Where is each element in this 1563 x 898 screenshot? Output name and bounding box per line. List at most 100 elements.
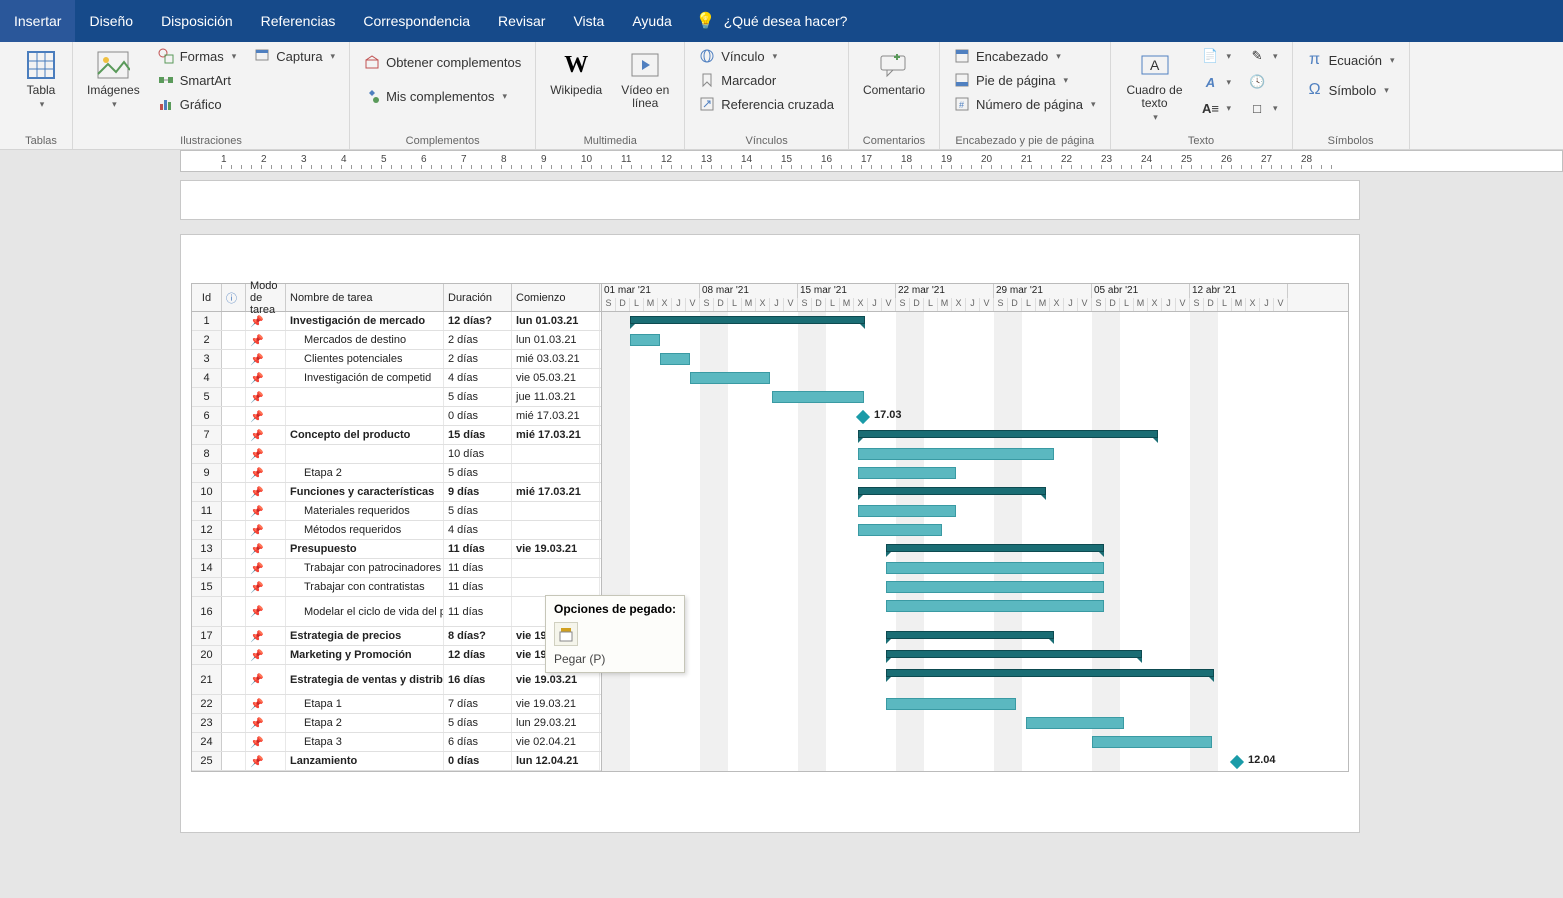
dropcap-button[interactable]: A≡▾ bbox=[1199, 98, 1236, 118]
pin-icon: 📌 bbox=[250, 448, 264, 461]
obtener-complementos-button[interactable]: Obtener complementos bbox=[360, 52, 525, 72]
table-row[interactable]: 4📌Investigación de competid4 díasvie 05.… bbox=[192, 369, 601, 388]
cell-name: Funciones y características bbox=[286, 483, 444, 501]
gantt-bar[interactable] bbox=[858, 430, 1158, 438]
gantt-row bbox=[602, 695, 1348, 714]
tab-correspondencia[interactable]: Correspondencia bbox=[349, 0, 484, 42]
gantt-bar[interactable] bbox=[1026, 717, 1124, 729]
cell-mode: 📌 bbox=[246, 502, 286, 520]
cell-name: Etapa 2 bbox=[286, 464, 444, 482]
encabezado-button[interactable]: Encabezado▾ bbox=[950, 46, 1100, 66]
tab-diseno[interactable]: Diseño bbox=[75, 0, 147, 42]
gantt-bar[interactable] bbox=[660, 353, 690, 365]
imagenes-button[interactable]: Imágenes ▾ bbox=[83, 46, 144, 112]
gantt-bar[interactable] bbox=[858, 524, 942, 536]
gantt-bar[interactable] bbox=[630, 316, 865, 324]
signature-button[interactable]: ✎▾ bbox=[1245, 46, 1282, 66]
grafico-button[interactable]: Gráfico bbox=[154, 94, 241, 114]
quickparts-button[interactable]: 📄▾ bbox=[1199, 46, 1236, 66]
gantt-bar[interactable] bbox=[858, 467, 956, 479]
table-row[interactable]: 17📌Estrategia de precios8 días?vie 19.03… bbox=[192, 627, 601, 646]
gantt-week-label: 15 mar '21 bbox=[798, 284, 896, 298]
pin-icon: 📌 bbox=[250, 562, 264, 575]
gantt-row bbox=[602, 350, 1348, 369]
table-row[interactable]: 20📌Marketing y Promoción12 díasvie 19.03… bbox=[192, 646, 601, 665]
table-row[interactable]: 6📌0 díasmié 17.03.21 bbox=[192, 407, 601, 426]
tell-me[interactable]: 💡 ¿Qué desea hacer? bbox=[696, 0, 848, 42]
table-row[interactable]: 13📌Presupuesto11 díasvie 19.03.21 bbox=[192, 540, 601, 559]
smartart-button[interactable]: SmartArt bbox=[154, 70, 241, 90]
marcador-button[interactable]: Marcador bbox=[695, 70, 838, 90]
table-row[interactable]: 3📌Clientes potenciales2 díasmié 03.03.21 bbox=[192, 350, 601, 369]
table-row[interactable]: 7📌Concepto del producto15 díasmié 17.03.… bbox=[192, 426, 601, 445]
gantt-bar[interactable] bbox=[858, 487, 1046, 495]
tab-referencias[interactable]: Referencias bbox=[247, 0, 350, 42]
wikipedia-button[interactable]: W Wikipedia bbox=[546, 46, 606, 99]
gantt-row bbox=[602, 464, 1348, 483]
tab-insertar[interactable]: Insertar bbox=[0, 0, 75, 42]
gantt-bar[interactable] bbox=[772, 391, 864, 403]
ecuacion-button[interactable]: π Ecuación▾ bbox=[1303, 50, 1399, 70]
paste-option-keep[interactable] bbox=[554, 622, 578, 646]
gantt-bar[interactable] bbox=[886, 698, 1016, 710]
gantt-bar[interactable] bbox=[858, 448, 1054, 460]
tab-disposicion[interactable]: Disposición bbox=[147, 0, 247, 42]
gantt-bar[interactable] bbox=[690, 372, 770, 384]
gantt-bar[interactable] bbox=[886, 669, 1214, 677]
mis-complementos-button[interactable]: Mis complementos▾ bbox=[360, 86, 525, 106]
tab-vista[interactable]: Vista bbox=[559, 0, 618, 42]
table-row[interactable]: 21📌Estrategia de ventas y distribución16… bbox=[192, 665, 601, 695]
table-row[interactable]: 16📌Modelar el ciclo de vida del producto… bbox=[192, 597, 601, 627]
tab-ayuda[interactable]: Ayuda bbox=[618, 0, 685, 42]
gantt-bar[interactable] bbox=[886, 562, 1104, 574]
gantt-row bbox=[602, 714, 1348, 733]
vinculo-button[interactable]: Vínculo▾ bbox=[695, 46, 838, 66]
comentario-button[interactable]: Comentario bbox=[859, 46, 929, 99]
gantt-bar[interactable] bbox=[886, 631, 1054, 639]
table-row[interactable]: 10📌Funciones y características9 díasmié … bbox=[192, 483, 601, 502]
cuadro-texto-button[interactable]: A Cuadro de texto ▾ bbox=[1121, 46, 1189, 125]
table-row[interactable]: 12📌Métodos requeridos4 días bbox=[192, 521, 601, 540]
numero-pagina-button[interactable]: # Número de página▾ bbox=[950, 94, 1100, 114]
gantt-bar[interactable] bbox=[886, 600, 1104, 612]
table-row[interactable]: 15📌Trabajar con contratistas11 días bbox=[192, 578, 601, 597]
wordart-button[interactable]: A▾ bbox=[1199, 72, 1236, 92]
table-row[interactable]: 22📌Etapa 17 díasvie 19.03.21 bbox=[192, 695, 601, 714]
tab-revisar[interactable]: Revisar bbox=[484, 0, 559, 42]
cell-info bbox=[222, 312, 246, 330]
video-button[interactable]: Vídeo en línea bbox=[616, 46, 674, 112]
gantt-bar[interactable] bbox=[858, 505, 956, 517]
tabla-button[interactable]: Tabla ▾ bbox=[20, 46, 62, 112]
table-row[interactable]: 14📌Trabajar con patrocinadores11 días bbox=[192, 559, 601, 578]
formas-button[interactable]: Formas▾ bbox=[154, 46, 241, 66]
milestone-icon[interactable] bbox=[1230, 755, 1244, 769]
group-label-encpie: Encabezado y pie de página bbox=[950, 133, 1100, 147]
gantt-bar[interactable] bbox=[630, 334, 660, 346]
gantt-bar[interactable] bbox=[886, 544, 1104, 552]
table-row[interactable]: 11📌Materiales requeridos5 días bbox=[192, 502, 601, 521]
table-row[interactable]: 24📌Etapa 36 díasvie 02.04.21 bbox=[192, 733, 601, 752]
object-button[interactable]: □▾ bbox=[1245, 98, 1282, 118]
gantt-bar[interactable] bbox=[1092, 736, 1212, 748]
col-nombre: Nombre de tarea bbox=[286, 284, 444, 311]
group-label-vinculos: Vínculos bbox=[695, 133, 838, 147]
table-row[interactable]: 5📌5 díasjue 11.03.21 bbox=[192, 388, 601, 407]
datetime-button[interactable]: 🕓 bbox=[1245, 72, 1282, 92]
col-duracion: Duración bbox=[444, 284, 512, 311]
pie-pagina-button[interactable]: Pie de página▾ bbox=[950, 70, 1100, 90]
cell-mode: 📌 bbox=[246, 388, 286, 406]
milestone-icon[interactable] bbox=[856, 410, 870, 424]
captura-button[interactable]: Captura▾ bbox=[250, 46, 339, 66]
paste-options-popup[interactable]: Opciones de pegado: Pegar (P) bbox=[545, 595, 685, 673]
table-row[interactable]: 1📌Investigación de mercado12 días?lun 01… bbox=[192, 312, 601, 331]
table-row[interactable]: 9📌Etapa 25 días bbox=[192, 464, 601, 483]
gantt-bar[interactable] bbox=[886, 581, 1104, 593]
gantt-bar[interactable] bbox=[886, 650, 1142, 658]
table-row[interactable]: 8📌10 días bbox=[192, 445, 601, 464]
table-row[interactable]: 23📌Etapa 25 díaslun 29.03.21 bbox=[192, 714, 601, 733]
table-row[interactable]: 2📌Mercados de destino2 díaslun 01.03.21 bbox=[192, 331, 601, 350]
simbolo-button[interactable]: Ω Símbolo▾ bbox=[1303, 80, 1399, 100]
group-label-simbolos: Símbolos bbox=[1303, 133, 1399, 147]
refcruzada-button[interactable]: Referencia cruzada bbox=[695, 94, 838, 114]
table-row[interactable]: 25📌Lanzamiento0 díaslun 12.04.21 bbox=[192, 752, 601, 771]
